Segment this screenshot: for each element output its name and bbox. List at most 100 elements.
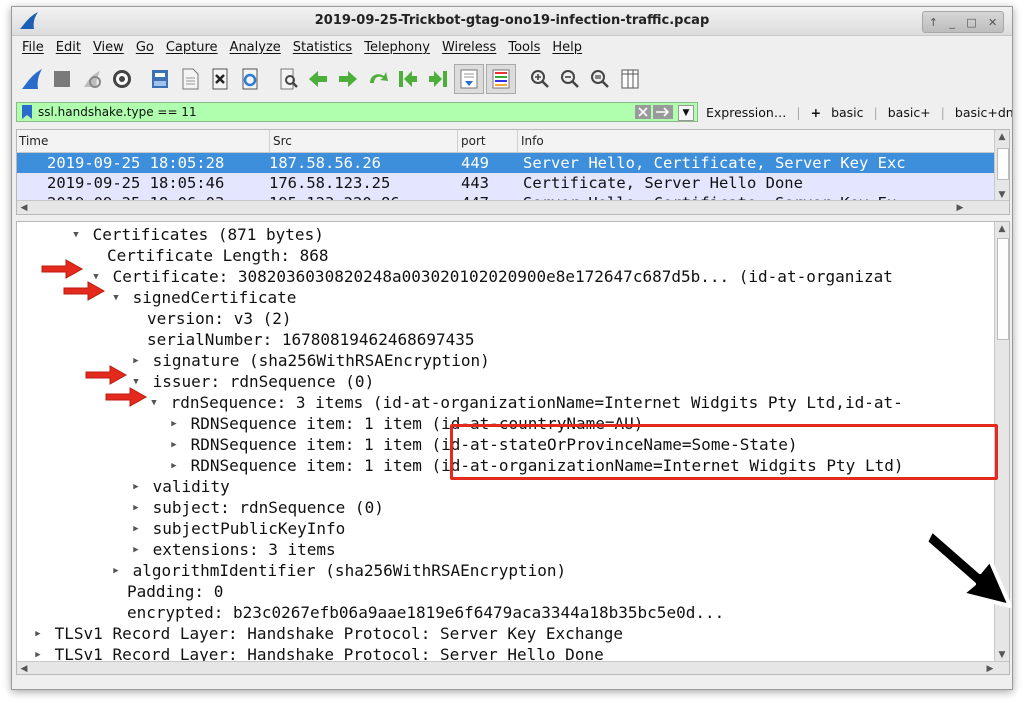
clear-filter-icon[interactable] xyxy=(635,105,651,119)
menu-edit[interactable]: Edit xyxy=(56,40,81,55)
chevron-right-icon[interactable]: ▶ xyxy=(129,477,143,498)
table-row[interactable]: 2019-09-25 18:05:28 187.58.56.26 449 Ser… xyxy=(17,153,1009,173)
last-packet-button[interactable] xyxy=(424,65,452,93)
bookmark-icon[interactable] xyxy=(20,104,34,120)
packet-list-vscrollbar[interactable]: ▲ ▼ xyxy=(994,130,1009,202)
column-port[interactable]: port xyxy=(461,134,486,148)
filter-button-basic-plus[interactable]: basic+ xyxy=(888,105,931,120)
packet-list-hscrollbar[interactable]: ◀ ▶ xyxy=(17,200,1009,214)
chevron-right-icon[interactable]: ▶ xyxy=(167,456,181,477)
menu-capture[interactable]: Capture xyxy=(166,40,218,55)
go-to-packet-button[interactable] xyxy=(364,65,392,93)
column-src[interactable]: Src xyxy=(273,134,292,148)
chevron-right-icon[interactable]: ▶ xyxy=(129,540,143,561)
menu-tools[interactable]: Tools xyxy=(508,40,540,55)
scroll-thumb[interactable] xyxy=(997,148,1009,180)
minimize-button[interactable]: _ xyxy=(949,16,955,29)
menu-view[interactable]: View xyxy=(93,40,124,55)
menu-bar: File Edit View Go Capture Analyze Statis… xyxy=(12,37,1012,57)
start-capture-button[interactable] xyxy=(18,65,46,93)
details-hscrollbar[interactable]: ◀ ▶ xyxy=(17,661,1009,674)
file-icon xyxy=(182,68,199,90)
menu-telephony[interactable]: Telephony xyxy=(364,40,430,55)
menu-help[interactable]: Help xyxy=(552,40,582,55)
zoom-out-button[interactable] xyxy=(556,65,584,93)
close-button[interactable]: ✕ xyxy=(988,16,997,29)
scroll-left-icon[interactable]: ◀ xyxy=(17,662,31,674)
filter-button-basic[interactable]: basic xyxy=(831,105,863,120)
tree-item-encrypted[interactable]: encrypted: b23c0267efb06a9aae1819e6f6479… xyxy=(127,602,724,623)
chevron-right-icon[interactable]: ▶ xyxy=(167,435,181,456)
first-packet-button[interactable] xyxy=(394,65,422,93)
scroll-left-icon[interactable]: ◀ xyxy=(17,201,31,214)
tree-item-algorithm-identifier[interactable]: ▶ algorithmIdentifier (sha256WithRSAEncr… xyxy=(109,560,566,581)
colorize-button[interactable] xyxy=(486,64,516,94)
menu-file[interactable]: File xyxy=(22,40,44,55)
menu-analyze[interactable]: Analyze xyxy=(230,40,281,55)
tree-item-version[interactable]: version: v3 (2) xyxy=(147,308,292,329)
open-file-button[interactable] xyxy=(146,65,174,93)
shade-button[interactable]: ↑ xyxy=(929,16,938,29)
column-info[interactable]: Info xyxy=(521,134,544,148)
scroll-right-icon[interactable]: ▶ xyxy=(953,201,967,214)
tree-item-padding[interactable]: Padding: 0 xyxy=(127,581,223,602)
apply-filter-icon[interactable] xyxy=(653,105,673,119)
tree-item-rdn-sequence[interactable]: ▼ rdnSequence: 3 items (id-at-organizati… xyxy=(147,392,902,414)
menu-wireless[interactable]: Wireless xyxy=(442,40,496,55)
column-time[interactable]: Time xyxy=(19,134,48,148)
scroll-up-icon[interactable]: ▲ xyxy=(995,130,1009,144)
packet-list-header: Time Src port Info xyxy=(17,130,1009,153)
filter-button-basic-plus-dns[interactable]: basic+dns xyxy=(955,105,1012,120)
chevron-down-icon[interactable]: ▼ xyxy=(69,225,83,246)
tree-item-subject-public-key-info[interactable]: ▶ subjectPublicKeyInfo xyxy=(129,518,345,539)
resize-columns-button[interactable] xyxy=(616,65,644,93)
chevron-right-icon[interactable]: ▶ xyxy=(129,498,143,519)
autoscroll-button[interactable] xyxy=(454,64,484,94)
tree-item-tls-server-key-exchange[interactable]: ▶ TLSv1 Record Layer: Handshake Protocol… xyxy=(31,623,623,644)
chevron-down-icon[interactable]: ▼ xyxy=(109,288,123,309)
tree-item-certificate-length[interactable]: Certificate Length: 868 xyxy=(107,245,329,266)
scroll-thumb[interactable] xyxy=(997,238,1009,340)
chevron-right-icon[interactable]: ▶ xyxy=(167,414,181,435)
go-back-button[interactable] xyxy=(304,65,332,93)
restart-capture-button[interactable] xyxy=(78,65,106,93)
chevron-right-icon[interactable]: ▶ xyxy=(31,624,45,645)
tree-item-validity[interactable]: ▶ validity xyxy=(129,476,229,498)
highlight-box xyxy=(450,424,998,480)
maximize-button[interactable]: □ xyxy=(966,16,976,29)
recent-filters-dropdown[interactable]: ▼ xyxy=(678,105,694,121)
tree-item-signed-certificate[interactable]: ▼ signedCertificate xyxy=(109,287,296,308)
tree-item-subject[interactable]: ▶ subject: rdnSequence (0) xyxy=(129,497,384,518)
zoom-in-button[interactable] xyxy=(526,65,554,93)
scroll-right-icon[interactable]: ▶ xyxy=(983,662,997,674)
go-forward-button[interactable] xyxy=(334,65,362,93)
tree-item-certificate[interactable]: ▼ Certificate: 3082036030820248a00302010… xyxy=(89,266,893,287)
chevron-right-icon[interactable]: ▶ xyxy=(109,561,123,582)
stop-capture-button[interactable] xyxy=(48,65,76,93)
expression-button[interactable]: Expression… xyxy=(706,105,786,120)
display-filter-input[interactable]: ssl.handshake.type == 11 ▼ xyxy=(16,102,698,122)
menu-go[interactable]: Go xyxy=(136,40,154,55)
find-packet-button[interactable] xyxy=(274,65,302,93)
wireshark-window: 2019-09-25-Trickbot-gtag-ono19-infection… xyxy=(11,6,1013,690)
scroll-up-icon[interactable]: ▲ xyxy=(995,222,1009,236)
options-gear-icon xyxy=(113,70,131,88)
tree-item-extensions[interactable]: ▶ extensions: 3 items xyxy=(129,539,335,561)
tree-item-serial-number[interactable]: serialNumber: 16780819462468697435 xyxy=(147,329,475,350)
table-row[interactable]: 2019-09-25 18:05:46 176.58.123.25 443 Ce… xyxy=(17,173,1009,193)
chevron-down-icon[interactable]: ▼ xyxy=(147,393,161,414)
reload-file-button[interactable] xyxy=(236,65,264,93)
tree-item-signature[interactable]: ▶ signature (sha256WithRSAEncryption) xyxy=(129,350,490,371)
tree-item-issuer[interactable]: ▼ issuer: rdnSequence (0) xyxy=(129,371,374,392)
add-filter-button[interactable]: + xyxy=(811,105,821,120)
close-file-button[interactable] xyxy=(206,65,234,93)
capture-options-button[interactable] xyxy=(108,65,136,93)
scroll-down-icon[interactable]: ▼ xyxy=(995,648,1009,662)
save-file-button[interactable] xyxy=(176,65,204,93)
chevron-right-icon[interactable]: ▶ xyxy=(129,351,143,372)
annotation-arrow-certificate xyxy=(41,259,84,279)
menu-statistics[interactable]: Statistics xyxy=(293,40,352,55)
tree-item-certificates[interactable]: ▼ Certificates (871 bytes) xyxy=(69,224,324,245)
chevron-right-icon[interactable]: ▶ xyxy=(129,519,143,540)
zoom-normal-button[interactable] xyxy=(586,65,614,93)
